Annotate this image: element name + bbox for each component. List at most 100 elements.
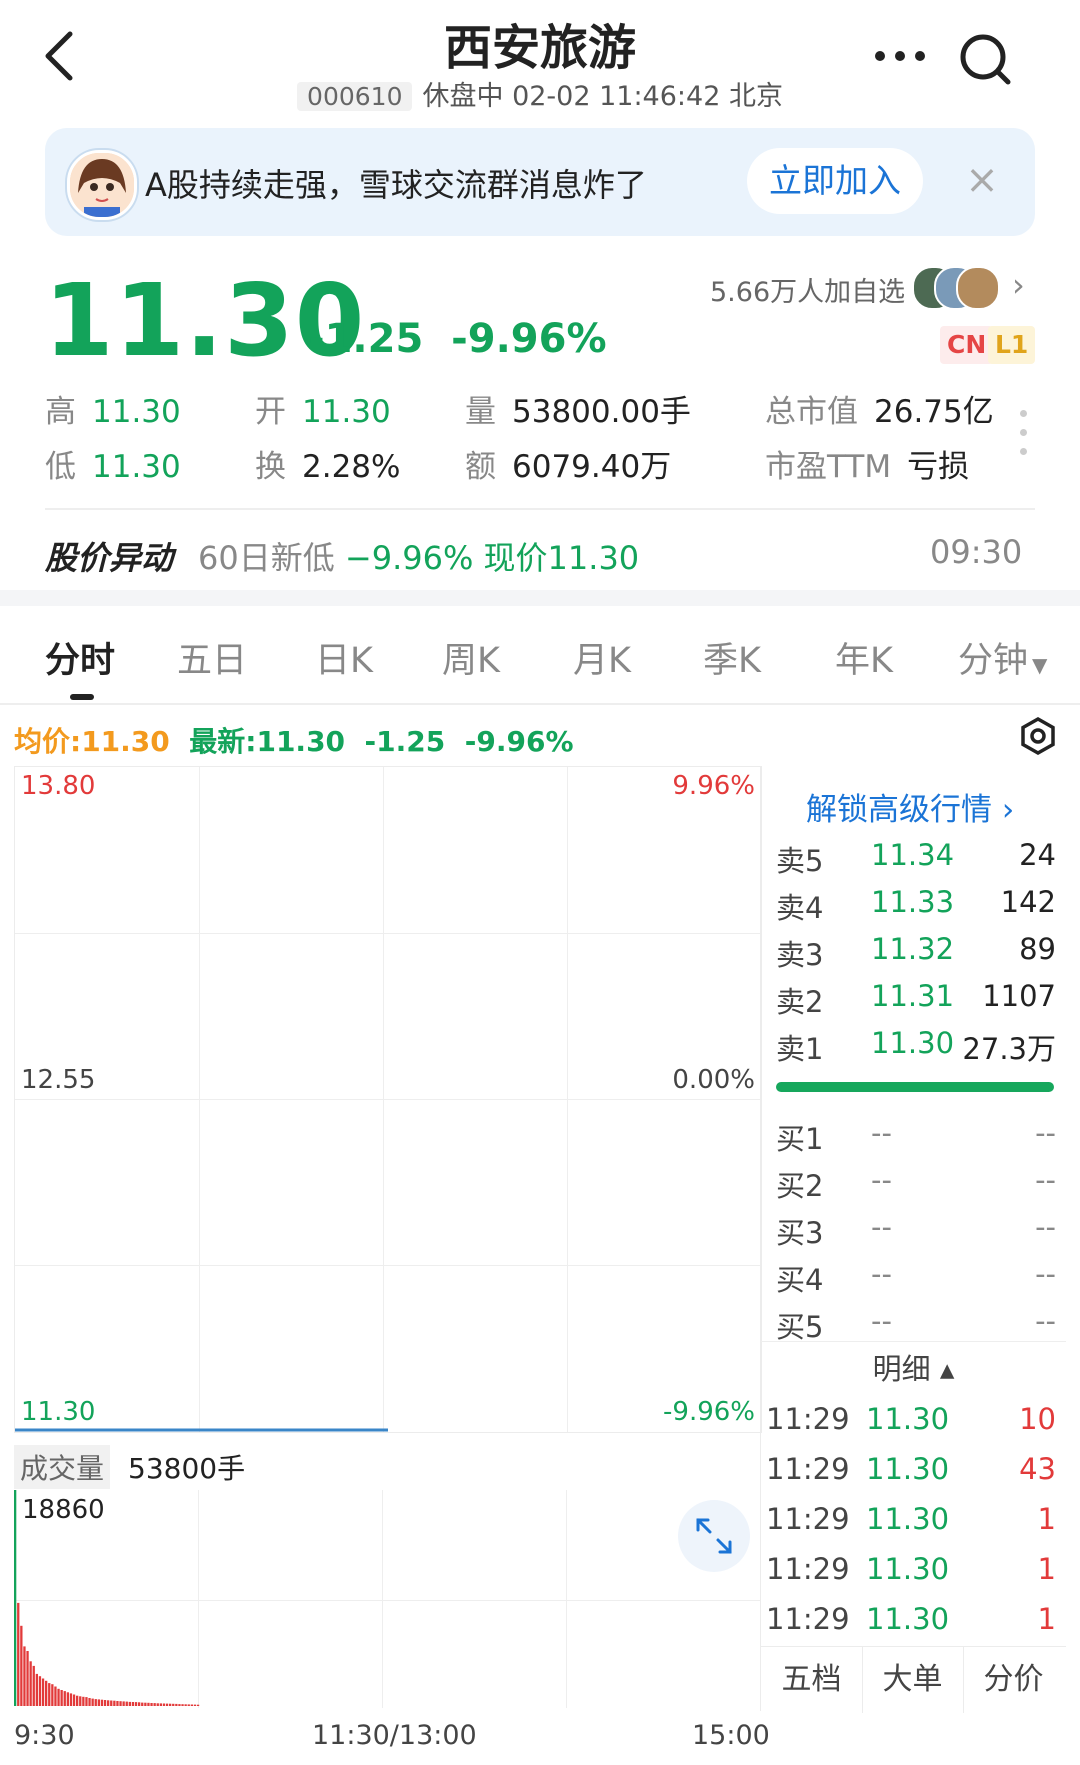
volume-bar (125, 1701, 128, 1706)
tab-minute-label: 分钟 (958, 641, 1029, 681)
ask-row: 卖4 11.33 142 (776, 885, 1056, 925)
tab-five-levels[interactable]: 五档 (761, 1647, 863, 1713)
volume-bar (100, 1699, 104, 1706)
volume-bar (76, 1695, 79, 1706)
intraday-chart[interactable]: 13.80 12.55 11.30 9.96% 0.00% -9.96% (14, 766, 762, 1433)
stock-code: 000610 (297, 82, 413, 111)
volume-bars-plot (14, 1490, 200, 1706)
alert-highlight: −9.96% 现价11.30 (344, 539, 640, 577)
volume-bar (178, 1704, 181, 1706)
tab-weekly-k[interactable]: 周K (442, 632, 500, 683)
alert-text[interactable]: 60日新低 −9.96% 现价11.30 (198, 533, 639, 579)
divider (45, 508, 1035, 510)
volume-bar (181, 1704, 184, 1706)
volume-bar (82, 1696, 85, 1706)
volume-bar (138, 1702, 141, 1706)
bid-row: 买5 -- -- (776, 1304, 1056, 1344)
y-axis-mid: 12.55 (21, 1065, 96, 1095)
pct-axis-bottom: -9.96% (663, 1397, 755, 1427)
divider (0, 703, 1080, 705)
stat-value: 11.30 (92, 449, 181, 485)
volume-bar (103, 1700, 107, 1706)
avatar (67, 150, 137, 220)
volume-total: 53800手 (128, 1452, 246, 1485)
unlock-advanced-quotes-link[interactable]: 解锁高级行情 › (806, 784, 1014, 829)
follower-avatar (956, 266, 1000, 310)
volume-bar (94, 1699, 97, 1706)
promo-banner[interactable]: A股持续走强，雪球交流群消息炸了 立即加入 × (45, 128, 1035, 236)
tab-minute[interactable]: 分钟 ▼ (958, 632, 1047, 683)
volume-bar (63, 1691, 66, 1706)
volume-bar (159, 1703, 162, 1706)
tab-five-day[interactable]: 五日 (177, 632, 247, 683)
trade-row: 11:29 11.30 10 (766, 1402, 1056, 1436)
trade-detail-toggle[interactable]: 明细 ▴ (761, 1346, 1066, 1388)
active-tab-indicator (70, 694, 94, 700)
y-axis-top: 13.80 (21, 771, 96, 801)
stat-label: 高 (45, 394, 76, 430)
stat-value: 6079.40万 (512, 449, 672, 485)
volume-bar (193, 1704, 197, 1706)
stat-value: 53800.00手 (512, 394, 691, 430)
volume-bar (29, 1661, 32, 1706)
page-title: 西安旅游 (443, 20, 636, 76)
more-stats-icon[interactable] (1020, 410, 1030, 467)
market-status: 休盘中 02-02 11:46:42 北京 (422, 81, 783, 112)
volume-bar (122, 1701, 125, 1706)
join-button[interactable]: 立即加入 (747, 148, 923, 214)
volume-bar (196, 1704, 200, 1706)
ask-row: 卖3 11.32 89 (776, 932, 1056, 972)
tab-intraday[interactable]: 分时 (45, 632, 115, 683)
volume-bar (153, 1703, 156, 1706)
legend-avg: 均价:11.30 (14, 725, 170, 758)
section-separator (0, 590, 1080, 606)
volume-bar (69, 1693, 73, 1706)
tab-large-orders[interactable]: 大单 (862, 1647, 964, 1713)
tab-quarterly-k[interactable]: 季K (703, 632, 761, 683)
volume-bar (107, 1700, 110, 1706)
volume-bar (150, 1703, 153, 1706)
volume-bar (165, 1703, 169, 1706)
tab-price-distribution[interactable]: 分价 (963, 1647, 1064, 1713)
stat-open: 开 11.30 (255, 386, 391, 431)
tab-yearly-k[interactable]: 年K (835, 632, 893, 683)
x-tick-end: 15:00 (692, 1720, 770, 1751)
search-icon[interactable] (956, 30, 1016, 90)
volume-bar (51, 1684, 54, 1706)
legend-chg: -1.25 (364, 725, 446, 758)
legend-latest: 最新:11.30 (189, 725, 346, 758)
volume-bar (17, 1602, 20, 1706)
bid-ask-ratio-bar (776, 1082, 1054, 1092)
stat-value: 亏损 (907, 449, 970, 485)
market-tag-l1: L1 (988, 326, 1036, 364)
trade-row: 11:29 11.30 1 (766, 1502, 1056, 1536)
alert-time: 09:30 (930, 533, 1023, 571)
expand-icon[interactable] (678, 1500, 750, 1572)
stat-value: 2.28% (302, 449, 401, 485)
volume-bar (41, 1678, 45, 1706)
y-axis-bottom: 11.30 (21, 1397, 96, 1427)
volume-chart[interactable] (14, 1440, 760, 1708)
tab-monthly-k[interactable]: 月K (573, 632, 631, 683)
close-icon[interactable]: × (960, 150, 1004, 210)
ask-row: 卖5 11.34 24 (776, 838, 1056, 878)
pct-axis-mid: 0.00% (672, 1065, 755, 1095)
bid-row: 买4 -- -- (776, 1257, 1056, 1297)
more-icon[interactable] (872, 46, 928, 66)
volume-bar (116, 1701, 119, 1706)
trade-row: 11:29 11.30 1 (766, 1552, 1056, 1586)
volume-bar (119, 1701, 122, 1706)
chevron-right-icon[interactable]: › (1012, 266, 1025, 304)
bid-row: 买3 -- -- (776, 1210, 1056, 1250)
volume-bar (169, 1703, 172, 1706)
settings-icon[interactable] (1018, 716, 1058, 756)
volume-bar (91, 1698, 94, 1706)
followers-count[interactable]: 5.66万人加自选 (710, 270, 905, 309)
volume-bar (184, 1704, 187, 1706)
stat-value: 26.75亿 (874, 394, 994, 430)
chart-legend: 均价:11.30 最新:11.30 -1.25 -9.96% (14, 720, 574, 760)
volume-bar (66, 1692, 69, 1706)
tab-daily-k[interactable]: 日K (315, 632, 373, 683)
volume-bar (141, 1702, 144, 1706)
order-book-panel: 解锁高级行情 › 卖5 11.34 24 卖4 11.33 142 卖3 11.32 89 … (760, 766, 1066, 1713)
